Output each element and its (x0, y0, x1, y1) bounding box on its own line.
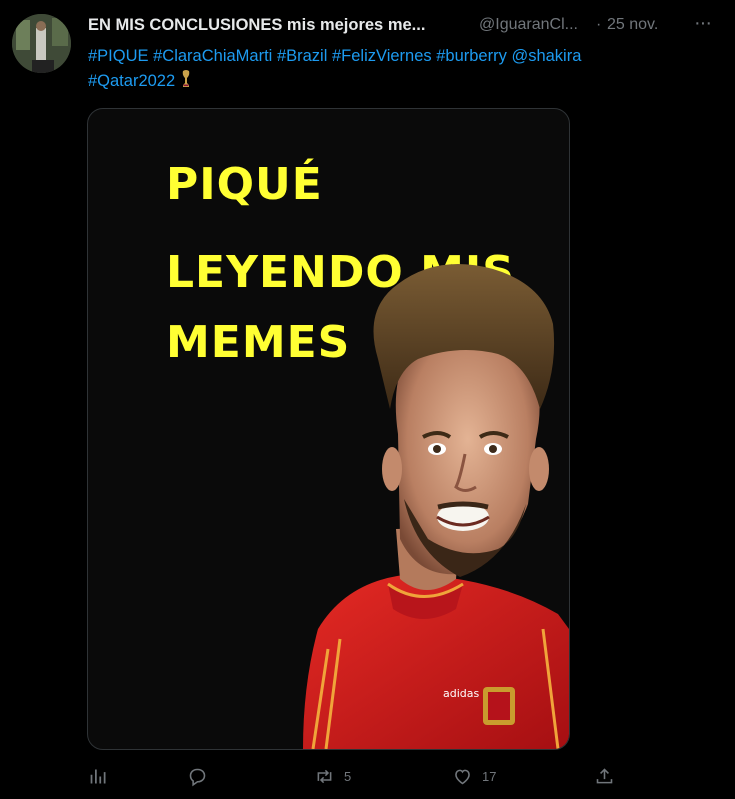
hashtag-line-1: #PIQUE #ClaraChiaMarti #Brazil #FelizVie… (88, 44, 688, 69)
mention-link[interactable]: @shakira (511, 47, 581, 65)
tweet-media-image[interactable]: PIQUÉ LEYENDO MIS MEMES adidas (87, 108, 570, 750)
share-icon (596, 767, 613, 783)
separator-dot: · (596, 16, 602, 33)
views-button[interactable] (88, 762, 109, 790)
retweet-button[interactable]: 5 (314, 762, 351, 790)
like-count: 17 (482, 768, 497, 784)
hashtag-line-2: #Qatar2022 (88, 69, 688, 94)
hashtag-link[interactable]: #burberry (436, 47, 507, 65)
caricature-illustration: adidas (303, 264, 569, 749)
hashtag-link[interactable]: #ClaraChiaMarti (153, 47, 272, 65)
tweet-text: #PIQUE #ClaraChiaMarti #Brazil #FelizVie… (88, 44, 688, 94)
avatar-image (12, 14, 71, 73)
reply-icon (189, 768, 206, 786)
more-options-icon[interactable]: ··· (694, 12, 712, 35)
reply-button[interactable] (187, 762, 217, 790)
retweet-count: 5 (344, 768, 352, 784)
display-name[interactable]: EN MIS CONCLUSIONES mis mejores me... (88, 16, 425, 35)
hashtag-link[interactable]: #Brazil (277, 47, 327, 65)
hashtag-link[interactable]: #PIQUE (88, 47, 149, 65)
share-button[interactable] (594, 762, 615, 790)
like-button[interactable]: 17 (452, 762, 496, 790)
tweet-actions: 5 17 (88, 762, 728, 790)
user-handle[interactable]: @IguaranCl... (479, 16, 579, 34)
avatar[interactable] (12, 14, 71, 73)
tweet-date[interactable]: 25 nov. (607, 16, 658, 34)
heart-icon (455, 769, 470, 784)
tweet-header: EN MIS CONCLUSIONES mis mejores me... @I… (88, 12, 728, 40)
retweet-icon (317, 769, 332, 783)
analytics-icon (90, 769, 106, 783)
hashtag-link[interactable]: #FelizViernes (332, 47, 432, 65)
hashtag-link[interactable]: #Qatar2022 (88, 72, 175, 90)
world-cup-trophy-icon (182, 70, 190, 87)
jersey-brand-text: adidas (443, 687, 480, 700)
